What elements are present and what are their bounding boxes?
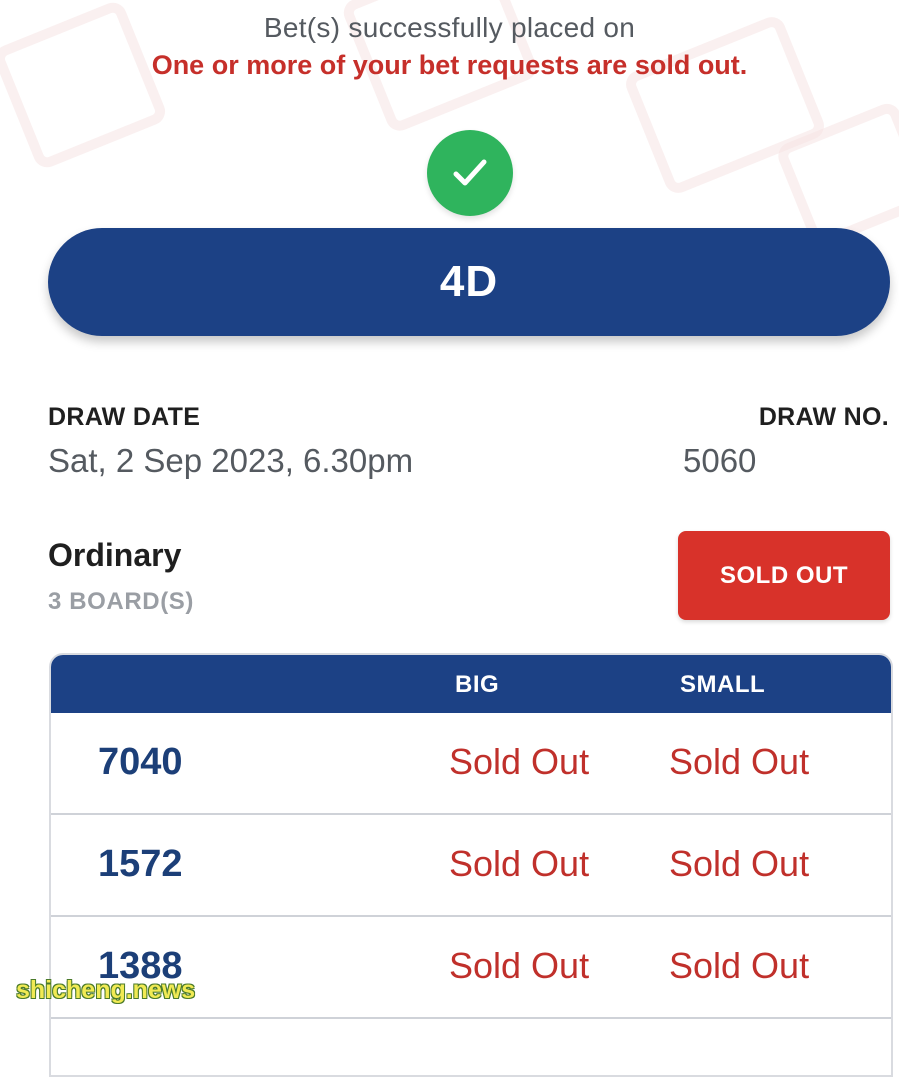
draw-number-label: DRAW NO.	[758, 403, 889, 431]
big-status: Sold Out	[449, 741, 590, 782]
sold-out-status-button[interactable]: SOLD OUT	[678, 531, 890, 620]
draw-date-label: DRAW DATE	[48, 403, 201, 431]
table-header: BIG SMALL	[51, 655, 891, 713]
bet-table: BIG SMALL 7040 Sold Out Sold Out 1572 So…	[49, 653, 893, 1077]
draw-date-value: Sat, 2 Sep 2023, 6.30pm	[48, 442, 414, 479]
big-status: Sold Out	[449, 843, 590, 884]
game-banner-4d: 4D	[48, 228, 890, 336]
site-watermark: shicheng.news	[16, 976, 196, 1004]
column-header-small: SMALL	[680, 671, 766, 698]
board-count: 3 BOARD(S)	[48, 588, 195, 615]
bet-number: 1572	[98, 843, 183, 885]
bet-type-title: Ordinary	[48, 537, 182, 573]
small-status: Sold Out	[669, 945, 810, 986]
sold-out-warning-message: One or more of your bet requests are sol…	[151, 50, 748, 80]
big-status: Sold Out	[449, 945, 590, 986]
check-icon	[427, 130, 513, 216]
table-row: 7040 Sold Out Sold Out	[51, 713, 891, 815]
table-row: 1572 Sold Out Sold Out	[51, 815, 891, 917]
column-header-big: BIG	[455, 671, 500, 698]
bet-number: 7040	[98, 741, 183, 783]
draw-number-value: 5060	[683, 442, 757, 479]
small-status: Sold Out	[669, 741, 810, 782]
small-status: Sold Out	[669, 843, 810, 884]
bet-success-message: Bet(s) successfully placed on	[263, 12, 636, 43]
